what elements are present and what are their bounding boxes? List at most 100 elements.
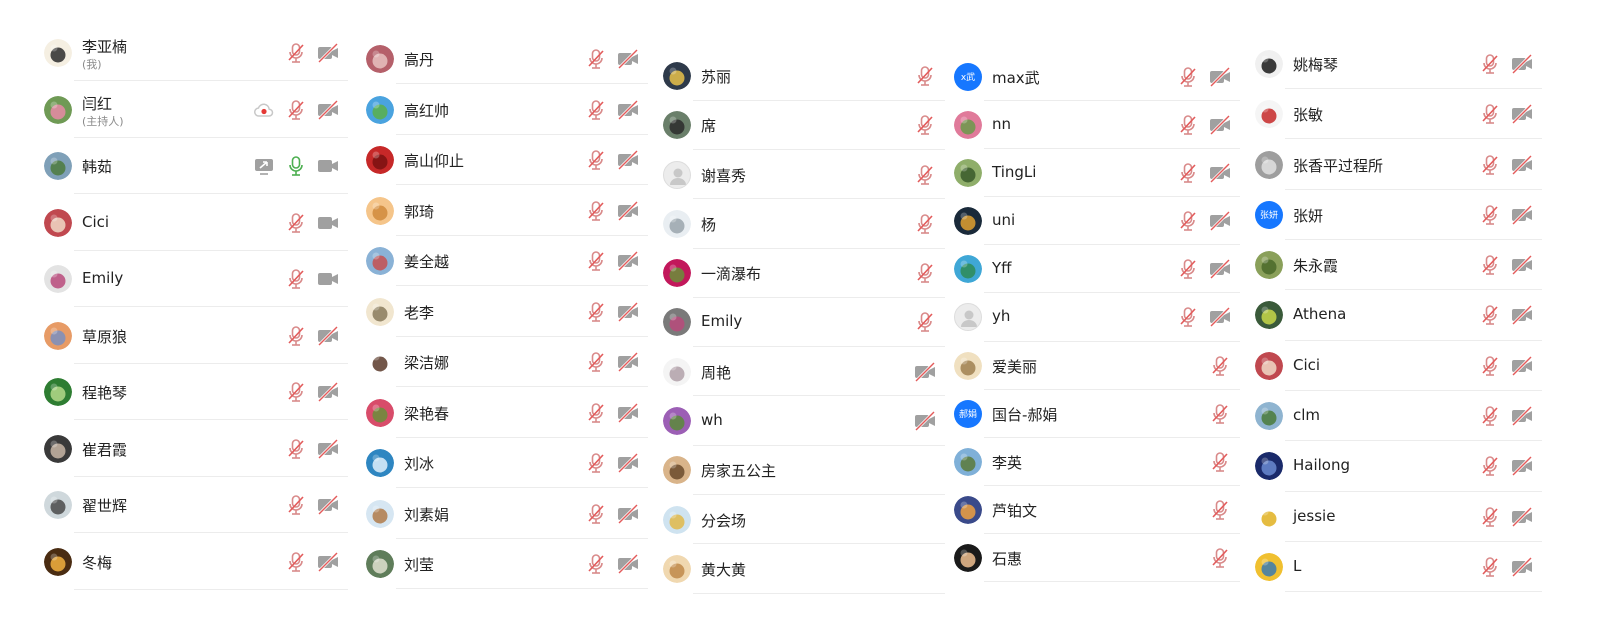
participant-row[interactable]: Hailong [1255,441,1542,492]
camera-off-icon[interactable] [316,98,340,122]
participant-row[interactable]: 老李 [366,286,648,337]
camera-off-icon[interactable] [316,380,340,404]
mic-off-icon[interactable] [913,310,937,334]
camera-on-icon[interactable] [316,154,340,178]
participant-row[interactable]: 姚梅琴 [1255,39,1542,90]
camera-off-icon[interactable] [1208,257,1232,281]
participant-row[interactable]: 郭琦 [366,185,648,236]
mic-off-icon[interactable] [1478,555,1502,579]
camera-off-icon[interactable] [616,199,640,223]
mic-off-icon[interactable] [1478,102,1502,126]
mic-off-icon[interactable] [1208,498,1232,522]
mic-off-icon[interactable] [584,249,608,273]
camera-on-icon[interactable] [316,267,340,291]
participant-row[interactable]: nn [954,101,1240,150]
participant-row[interactable]: 高丹 [366,34,648,85]
mic-off-icon[interactable] [913,113,937,137]
camera-off-icon[interactable] [1510,404,1534,428]
participant-row[interactable]: 周艳 [663,347,945,397]
mic-off-icon[interactable] [1176,257,1200,281]
participant-row[interactable]: 谢喜秀 [663,150,945,200]
mic-off-icon[interactable] [584,47,608,71]
participant-row[interactable]: 翟世辉 [44,477,348,534]
participant-row[interactable]: 冬梅 [44,533,348,590]
mic-off-icon[interactable] [1208,450,1232,474]
mic-off-icon[interactable] [913,163,937,187]
mic-off-icon[interactable] [584,300,608,324]
camera-off-icon[interactable] [316,437,340,461]
camera-off-icon[interactable] [616,552,640,576]
screen-share-icon[interactable] [252,154,276,178]
camera-off-icon[interactable] [1510,203,1534,227]
participant-row[interactable]: 刘莹 [366,539,648,590]
camera-off-icon[interactable] [1208,113,1232,137]
mic-off-icon[interactable] [1478,505,1502,529]
participant-row[interactable]: 梁艳春 [366,387,648,438]
camera-off-icon[interactable] [316,324,340,348]
mic-off-icon[interactable] [284,550,308,574]
participant-row[interactable]: 李亚楠 (我) [44,25,348,82]
participant-row[interactable]: 闫红 (主持人) [44,81,348,138]
participant-row[interactable]: 一滴瀑布 [663,249,945,298]
camera-off-icon[interactable] [1510,52,1534,76]
camera-off-icon[interactable] [616,350,640,374]
camera-off-icon[interactable] [316,493,340,517]
participant-row[interactable]: 张敏 [1255,89,1542,140]
participant-row[interactable]: 高山仰止 [366,135,648,186]
participant-row[interactable]: TingLi [954,149,1240,198]
mic-off-icon[interactable] [284,380,308,404]
mic-off-icon[interactable] [1478,404,1502,428]
camera-off-icon[interactable] [616,502,640,526]
camera-off-icon[interactable] [616,451,640,475]
participant-row[interactable]: 高红帅 [366,84,648,135]
camera-off-icon[interactable] [1510,505,1534,529]
mic-off-icon[interactable] [1176,305,1200,329]
participant-row[interactable]: L [1255,542,1542,593]
mic-off-icon[interactable] [284,267,308,291]
participant-row[interactable]: 房家五公主 [663,446,945,496]
mic-off-icon[interactable] [1208,402,1232,426]
mic-off-icon[interactable] [1208,546,1232,570]
participant-row[interactable]: 分会场 [663,495,945,545]
camera-off-icon[interactable] [913,360,937,384]
participant-row[interactable]: 黄大黄 [663,544,945,594]
camera-off-icon[interactable] [316,550,340,574]
camera-off-icon[interactable] [1510,454,1534,478]
mic-off-icon[interactable] [1208,354,1232,378]
participant-row[interactable]: clm [1255,391,1542,442]
mic-off-icon[interactable] [584,451,608,475]
participant-row[interactable]: 刘冰 [366,438,648,489]
participant-row[interactable]: 张香平过程所 [1255,139,1542,190]
camera-off-icon[interactable] [1208,65,1232,89]
mic-off-icon[interactable] [584,199,608,223]
participant-row[interactable]: 爱美丽 [954,342,1240,390]
participant-row[interactable]: uni [954,197,1240,246]
camera-off-icon[interactable] [616,98,640,122]
mic-off-icon[interactable] [284,493,308,517]
mic-off-icon[interactable] [913,261,937,285]
camera-off-icon[interactable] [316,41,340,65]
mic-off-icon[interactable] [913,64,937,88]
participant-row[interactable]: 崔君霞 [44,420,348,477]
camera-off-icon[interactable] [616,148,640,172]
mic-off-icon[interactable] [1478,253,1502,277]
mic-off-icon[interactable] [584,350,608,374]
participant-row[interactable]: Cici [44,194,348,251]
mic-off-icon[interactable] [284,211,308,235]
mic-off-icon[interactable] [1478,153,1502,177]
camera-off-icon[interactable] [1208,305,1232,329]
participant-row[interactable]: 张妍 张妍 [1255,190,1542,241]
mic-off-icon[interactable] [1176,65,1200,89]
camera-off-icon[interactable] [1510,253,1534,277]
participant-row[interactable]: 朱永霞 [1255,240,1542,291]
camera-off-icon[interactable] [1208,209,1232,233]
camera-on-icon[interactable] [316,211,340,235]
participant-row[interactable]: yh [954,293,1240,342]
mic-off-icon[interactable] [1478,454,1502,478]
mic-on-icon[interactable] [284,154,308,178]
participant-row[interactable]: Emily [663,298,945,348]
mic-off-icon[interactable] [584,98,608,122]
participant-row[interactable]: 程艳琴 [44,364,348,421]
camera-off-icon[interactable] [913,409,937,433]
mic-off-icon[interactable] [913,212,937,236]
